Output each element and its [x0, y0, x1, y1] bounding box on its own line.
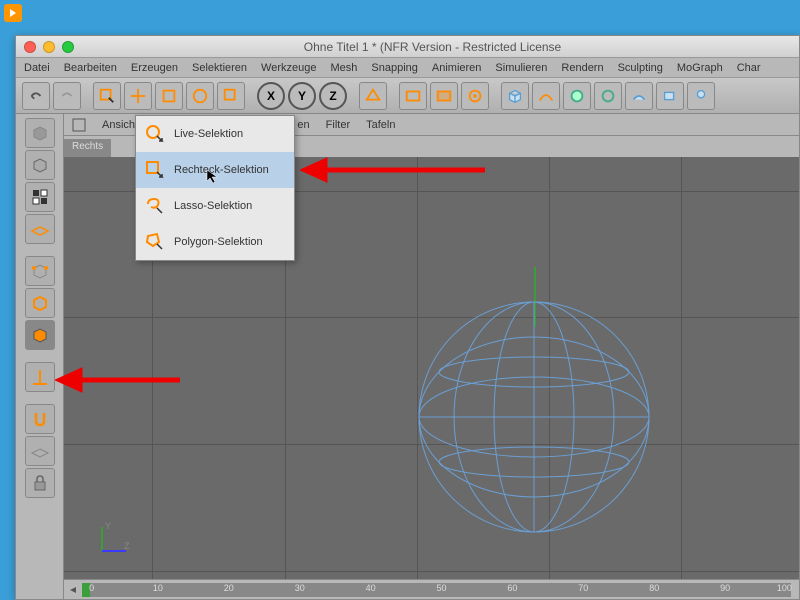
axis-mode-button[interactable]	[25, 362, 55, 392]
menu-mograph[interactable]: MoGraph	[677, 62, 723, 74]
model-mode-button[interactable]	[25, 150, 55, 180]
render-settings-button[interactable]	[461, 82, 489, 110]
snap-button[interactable]	[25, 404, 55, 434]
dropdown-label: Rechteck-Selektion	[174, 164, 269, 176]
view-menu-en[interactable]: en	[297, 119, 309, 131]
lasso-select-icon	[144, 195, 166, 217]
rotate-tool-button[interactable]	[186, 82, 214, 110]
make-editable-button[interactable]	[25, 118, 55, 148]
dropdown-item-live-selection[interactable]: Live-Selektion	[136, 116, 294, 152]
menu-simulieren[interactable]: Simulieren	[495, 62, 547, 74]
edges-mode-button[interactable]	[25, 288, 55, 318]
titlebar: Ohne Titel 1 * (NFR Version - Restricted…	[16, 36, 799, 58]
view-menu-tafeln[interactable]: Tafeln	[366, 119, 395, 131]
redo-button[interactable]	[53, 82, 81, 110]
axis-y-button[interactable]: Y	[288, 82, 316, 110]
generator-button[interactable]	[563, 82, 591, 110]
dropdown-item-polygon-selection[interactable]: Polygon-Selektion	[136, 224, 294, 260]
zoom-window-button[interactable]	[62, 41, 74, 53]
minimize-window-button[interactable]	[43, 41, 55, 53]
polygon-select-icon	[144, 231, 166, 253]
timeline-start-icon[interactable]	[68, 585, 78, 595]
environment-button[interactable]	[625, 82, 653, 110]
workplane-button[interactable]	[25, 436, 55, 466]
deformer-button[interactable]	[594, 82, 622, 110]
dropdown-item-lasso-selection[interactable]: Lasso-Selektion	[136, 188, 294, 224]
menu-datei[interactable]: Datei	[24, 62, 50, 74]
main-toolbar: X Y Z	[16, 78, 799, 114]
texture-mode-button[interactable]	[25, 182, 55, 212]
workplane-mode-button[interactable]	[25, 214, 55, 244]
render-view-button[interactable]	[399, 82, 427, 110]
menu-erzeugen[interactable]: Erzeugen	[131, 62, 178, 74]
svg-text:Z: Z	[124, 541, 130, 551]
camera-button[interactable]	[656, 82, 684, 110]
close-window-button[interactable]	[24, 41, 36, 53]
axis-x-button[interactable]: X	[257, 82, 285, 110]
menu-char[interactable]: Char	[737, 62, 761, 74]
annotation-arrow-2	[55, 365, 185, 395]
menu-werkzeuge[interactable]: Werkzeuge	[261, 62, 316, 74]
lock-button[interactable]	[25, 468, 55, 498]
annotation-arrow-1	[300, 155, 490, 185]
undo-button[interactable]	[22, 82, 50, 110]
circle-select-icon	[144, 123, 166, 145]
main-window: Ohne Titel 1 * (NFR Version - Restricted…	[15, 35, 800, 600]
window-title: Ohne Titel 1 * (NFR Version - Restricted…	[74, 40, 791, 54]
left-toolbar	[16, 114, 64, 599]
svg-text:Y: Y	[105, 521, 111, 531]
window-controls	[24, 41, 74, 53]
axis-gizmo: Y Z	[94, 519, 134, 559]
primitive-cube-button[interactable]	[501, 82, 529, 110]
view-menu-ansicht[interactable]: Ansicht	[102, 119, 138, 131]
recent-tool-button[interactable]	[217, 82, 245, 110]
render-region-button[interactable]	[430, 82, 458, 110]
menu-rendern[interactable]: Rendern	[561, 62, 603, 74]
select-tool-button[interactable]	[93, 82, 121, 110]
timeline[interactable]: 0 10 20 30 40 50 60 70 80 90 100	[64, 579, 799, 599]
spline-button[interactable]	[532, 82, 560, 110]
dropdown-label: Lasso-Selektion	[174, 200, 252, 212]
view-menu-filter[interactable]: Filter	[326, 119, 350, 131]
sphere-wireframe	[414, 297, 654, 537]
menu-animieren[interactable]: Animieren	[432, 62, 482, 74]
dropdown-label: Polygon-Selektion	[174, 236, 263, 248]
menu-bearbeiten[interactable]: Bearbeiten	[64, 62, 117, 74]
app-launcher-icon	[4, 4, 22, 22]
menu-sculpting[interactable]: Sculpting	[618, 62, 663, 74]
rect-select-icon	[144, 159, 166, 181]
polygons-mode-button[interactable]	[25, 320, 55, 350]
move-tool-button[interactable]	[124, 82, 152, 110]
dropdown-label: Live-Selektion	[174, 128, 243, 140]
points-mode-button[interactable]	[25, 256, 55, 286]
axis-z-button[interactable]: Z	[319, 82, 347, 110]
menu-mesh[interactable]: Mesh	[330, 62, 357, 74]
menu-selektieren[interactable]: Selektieren	[192, 62, 247, 74]
coord-system-button[interactable]	[359, 82, 387, 110]
main-menubar: Datei Bearbeiten Erzeugen Selektieren We…	[16, 58, 799, 78]
viewport-menu-icon[interactable]	[72, 118, 86, 132]
selection-tool-dropdown: Live-Selektion Rechteck-Selektion Lasso-…	[135, 115, 295, 261]
scale-tool-button[interactable]	[155, 82, 183, 110]
mouse-cursor	[205, 168, 221, 187]
light-button[interactable]	[687, 82, 715, 110]
timeline-track[interactable]: 0 10 20 30 40 50 60 70 80 90 100	[82, 583, 791, 597]
viewport-label: Rechts	[64, 139, 111, 157]
menu-snapping[interactable]: Snapping	[371, 62, 418, 74]
